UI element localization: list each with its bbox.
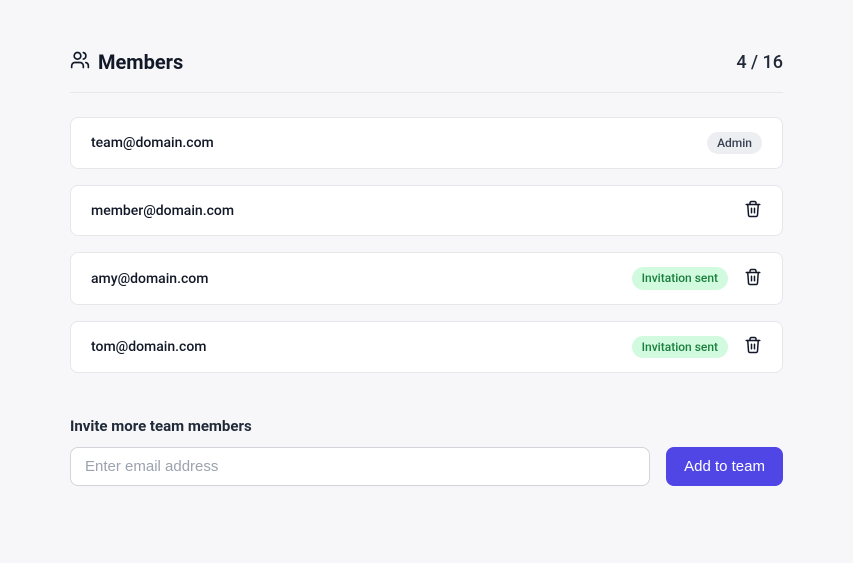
invitation-sent-badge: Invitation sent: [632, 267, 728, 289]
member-list: team@domain.com Admin member@domain.com amy…: [70, 117, 783, 373]
trash-icon: [744, 200, 762, 221]
member-email: amy@domain.com: [91, 271, 208, 287]
remove-member-button[interactable]: [744, 268, 762, 289]
page-title: Members: [98, 50, 183, 74]
users-icon: [70, 50, 90, 74]
member-row: team@domain.com Admin: [70, 117, 783, 169]
member-count: 4 / 16: [736, 52, 783, 73]
member-actions: [744, 200, 762, 221]
member-email: member@domain.com: [91, 203, 234, 219]
member-email: tom@domain.com: [91, 339, 206, 355]
member-actions: Invitation sent: [632, 267, 762, 289]
header-left: Members: [70, 50, 183, 74]
invite-label: Invite more team members: [70, 417, 783, 435]
admin-badge: Admin: [707, 132, 762, 154]
remove-member-button[interactable]: [744, 336, 762, 357]
invitation-sent-badge: Invitation sent: [632, 336, 728, 358]
member-row: member@domain.com: [70, 185, 783, 236]
member-row: tom@domain.com Invitation sent: [70, 321, 783, 373]
trash-icon: [744, 268, 762, 289]
remove-member-button[interactable]: [744, 200, 762, 221]
add-to-team-button[interactable]: Add to team: [666, 447, 783, 486]
invite-row: Add to team: [70, 447, 783, 486]
invite-email-input[interactable]: [70, 447, 650, 486]
members-header: Members 4 / 16: [70, 50, 783, 93]
trash-icon: [744, 336, 762, 357]
member-email: team@domain.com: [91, 135, 214, 151]
member-actions: Admin: [707, 132, 762, 154]
member-row: amy@domain.com Invitation sent: [70, 252, 783, 304]
invite-section: Invite more team members Add to team: [70, 417, 783, 486]
member-actions: Invitation sent: [632, 336, 762, 358]
